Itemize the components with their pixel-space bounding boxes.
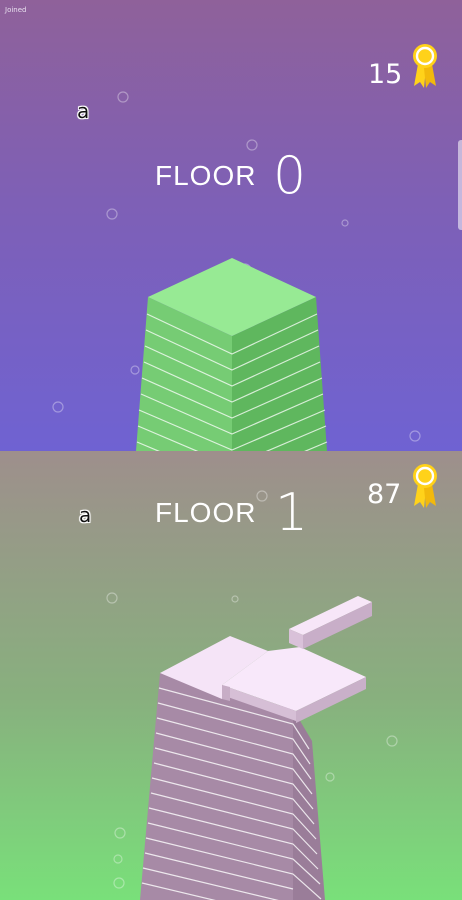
bubble [341, 219, 349, 227]
medal-ribbon-icon [413, 464, 437, 508]
bubble [386, 735, 398, 747]
moving-slab [289, 596, 372, 649]
game-screen[interactable]: Joined a FLOOR 0 15 a FLOOR 1 87 [0, 0, 462, 900]
floor-number: 1 [275, 483, 309, 543]
player-name: a [77, 99, 90, 123]
bubble [231, 595, 239, 603]
player-1-tower [136, 258, 328, 451]
bubble [106, 208, 118, 220]
medal-ribbon-icon [413, 44, 437, 88]
floor-number: 0 [273, 146, 307, 206]
bubble [130, 365, 140, 375]
player-2-tower [140, 596, 372, 900]
bubble [106, 592, 118, 604]
bubble [246, 139, 258, 151]
bubble [117, 91, 129, 103]
side-panel-handle[interactable] [458, 140, 462, 230]
bubble [114, 827, 126, 839]
best-score: 15 [368, 59, 403, 90]
player-2-panel[interactable]: a FLOOR 1 87 [0, 451, 462, 900]
floor-label: FLOOR [155, 497, 257, 528]
bubble [256, 490, 268, 502]
floor-label: FLOOR [155, 160, 257, 191]
tower-notch [222, 685, 230, 701]
bubble [113, 877, 125, 889]
bubble [409, 430, 421, 442]
best-score: 87 [367, 479, 402, 510]
player-name: a [79, 503, 92, 527]
bubble [113, 854, 123, 864]
bubble [52, 401, 64, 413]
status-text: Joined [5, 6, 27, 14]
bubble [325, 772, 335, 782]
player-1-panel[interactable]: Joined a FLOOR 0 15 [0, 0, 462, 451]
